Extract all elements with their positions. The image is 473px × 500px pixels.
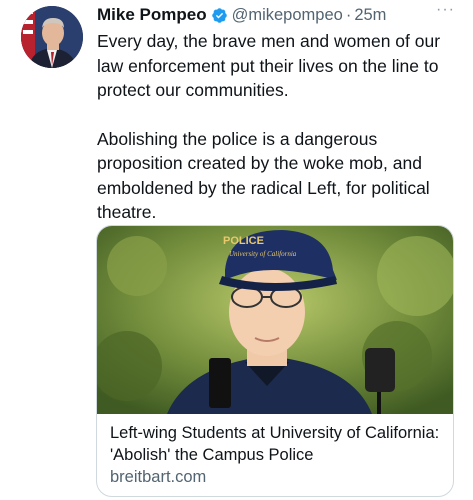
tweet[interactable]: Mike Pompeo @mikepompeo · 25m ··· Every … xyxy=(0,0,473,500)
verified-badge-icon xyxy=(211,7,228,24)
tweet-text: Every day, the brave men and women of ou… xyxy=(97,29,461,225)
link-card-title[interactable]: Left-wing Students at University of Cali… xyxy=(110,422,443,466)
cap-subtext: University of California xyxy=(229,250,297,258)
tweet-paragraph-1: Every day, the brave men and women of ou… xyxy=(97,31,441,100)
link-card-image: POLICE University of California xyxy=(97,226,453,414)
link-card[interactable]: POLICE University of California Left-win… xyxy=(96,225,454,497)
separator-dot: · xyxy=(345,5,352,24)
link-card-domain[interactable]: breitbart.com xyxy=(110,466,443,488)
timestamp[interactable]: 25m xyxy=(354,6,386,25)
avatar-image xyxy=(21,6,83,68)
cap-text: POLICE xyxy=(223,235,264,247)
link-card-body: Left-wing Students at University of Cali… xyxy=(110,422,443,488)
more-options-icon[interactable]: ··· xyxy=(436,1,455,19)
author-handle[interactable]: @mikepompeo xyxy=(232,6,343,25)
tweet-header: Mike Pompeo @mikepompeo · 25m ··· xyxy=(97,1,463,26)
avatar[interactable] xyxy=(21,6,83,68)
author-name[interactable]: Mike Pompeo xyxy=(97,5,207,25)
tweet-paragraph-2: Abolishing the police is a dangerous pro… xyxy=(97,128,430,223)
